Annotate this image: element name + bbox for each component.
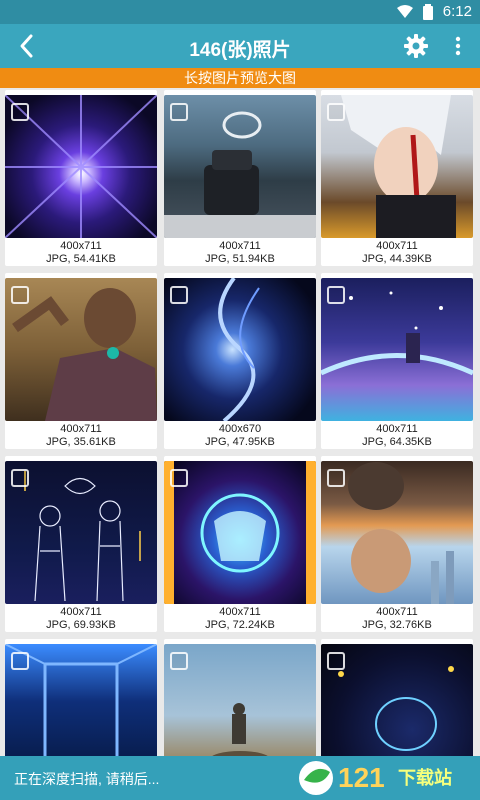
photo-thumbnail[interactable] [5, 461, 157, 604]
photo-thumbnail[interactable] [321, 278, 473, 421]
photo-thumbnail[interactable] [164, 95, 316, 238]
select-checkbox[interactable] [11, 286, 29, 304]
bottom-status-bar: 正在深度扫描, 请稍后... 121 下载站 [0, 756, 480, 800]
status-time: 6:12 [442, 3, 472, 20]
battery-icon [422, 3, 433, 20]
photo-card[interactable]: 400x711 JPG, 54.41KB [5, 90, 157, 266]
photo-meta: 400x711 JPG, 72.24KB [164, 606, 316, 632]
photo-dimensions: 400x711 [60, 606, 102, 618]
photo-card[interactable]: 400x711 JPG, 69.93KB [5, 456, 157, 632]
wifi-icon [396, 4, 413, 18]
photo-dimensions: 400x711 [60, 423, 102, 435]
photo-thumbnail[interactable] [321, 95, 473, 238]
photo-thumbnail[interactable] [321, 461, 473, 604]
select-checkbox[interactable] [11, 652, 29, 670]
select-checkbox[interactable] [327, 286, 345, 304]
photo-dimensions: 400x711 [376, 606, 418, 618]
photo-file-info: JPG, 54.41KB [46, 253, 116, 265]
photo-card[interactable]: 400x711 JPG, 44.39KB [321, 90, 473, 266]
photo-file-info: JPG, 47.95KB [205, 436, 275, 448]
photo-thumbnail[interactable] [164, 644, 316, 756]
photo-dimensions: 400x711 [219, 606, 261, 618]
select-checkbox[interactable] [327, 469, 345, 487]
photo-card[interactable]: 400x711 JPG, 64.35KB [321, 273, 473, 449]
status-bar: 6:12 [0, 0, 480, 24]
photo-file-info: JPG, 44.39KB [362, 253, 432, 265]
photo-thumbnail[interactable] [321, 644, 473, 756]
photo-file-info: JPG, 69.93KB [46, 619, 116, 631]
more-options-icon[interactable] [452, 35, 464, 57]
photo-card[interactable] [321, 639, 473, 756]
photo-meta: 400x711 JPG, 35.61KB [5, 423, 157, 449]
photo-meta: 400x711 JPG, 54.41KB [5, 240, 157, 266]
photo-card[interactable]: 400x711 JPG, 51.94KB [164, 90, 316, 266]
photo-grid[interactable]: 400x711 JPG, 54.41KB 400x711 JPG, 51.94K… [0, 88, 480, 756]
photo-dimensions: 400x711 [376, 423, 418, 435]
select-checkbox[interactable] [11, 469, 29, 487]
photo-dimensions: 400x711 [219, 240, 261, 252]
photo-card[interactable]: 400x711 JPG, 72.24KB [164, 456, 316, 632]
photo-meta: 400x670 JPG, 47.95KB [164, 423, 316, 449]
brand-text: 下载站 [398, 768, 452, 788]
photo-dimensions: 400x711 [60, 240, 102, 252]
brand-watermark: 121 下载站 [294, 758, 474, 798]
photo-meta: 400x711 JPG, 64.35KB [321, 423, 473, 449]
preview-hint-banner: 长按图片预览大图 [0, 68, 480, 88]
photo-dimensions: 400x670 [218, 423, 262, 435]
photo-meta: 400x711 JPG, 32.76KB [321, 606, 473, 632]
select-checkbox[interactable] [170, 469, 188, 487]
brand-number: 121 [338, 762, 385, 793]
photo-thumbnail[interactable] [5, 644, 157, 756]
photo-file-info: JPG, 35.61KB [46, 436, 116, 448]
photo-dimensions: 400x711 [376, 240, 418, 252]
photo-meta: 400x711 JPG, 69.93KB [5, 606, 157, 632]
photo-card[interactable] [5, 639, 157, 756]
photo-thumbnail[interactable] [164, 461, 316, 604]
photo-file-info: JPG, 72.24KB [205, 619, 275, 631]
select-checkbox[interactable] [11, 103, 29, 121]
photo-file-info: JPG, 64.35KB [362, 436, 432, 448]
select-checkbox[interactable] [327, 652, 345, 670]
photo-file-info: JPG, 32.76KB [362, 619, 432, 631]
brand-logo-icon [299, 761, 333, 795]
select-checkbox[interactable] [170, 652, 188, 670]
photo-card[interactable] [164, 639, 316, 756]
gear-icon[interactable] [404, 34, 428, 58]
photo-meta: 400x711 JPG, 51.94KB [164, 240, 316, 266]
select-checkbox[interactable] [170, 103, 188, 121]
select-checkbox[interactable] [170, 286, 188, 304]
app-bar: 146(张)照片 [0, 24, 480, 68]
photo-card[interactable]: 400x711 JPG, 35.61KB [5, 273, 157, 449]
photo-meta: 400x711 JPG, 44.39KB [321, 240, 473, 266]
photo-thumbnail[interactable] [5, 95, 157, 238]
photo-card[interactable]: 400x670 JPG, 47.95KB [164, 273, 316, 449]
photo-file-info: JPG, 51.94KB [205, 253, 275, 265]
select-checkbox[interactable] [327, 103, 345, 121]
photo-card[interactable]: 400x711 JPG, 32.76KB [321, 456, 473, 632]
photo-thumbnail[interactable] [5, 278, 157, 421]
photo-thumbnail[interactable] [164, 278, 316, 421]
scan-status-text: 正在深度扫描, 请稍后... [14, 771, 160, 787]
